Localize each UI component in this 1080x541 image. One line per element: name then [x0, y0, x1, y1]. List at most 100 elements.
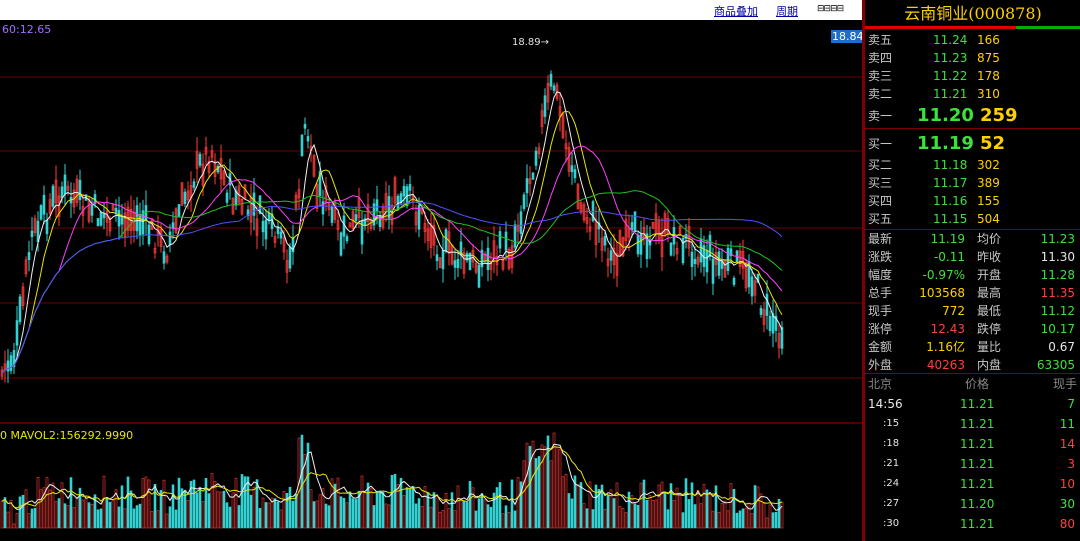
volume-bar	[645, 499, 649, 529]
volume-bar	[621, 508, 625, 529]
volume-bar	[156, 510, 160, 529]
volume-bar	[507, 512, 511, 529]
stat-label: 昨收	[977, 250, 1002, 264]
volume-bar	[663, 491, 667, 529]
ma-label: 60:12.65	[2, 23, 52, 36]
tick-time: :30	[883, 518, 900, 529]
volume-bar	[468, 481, 472, 529]
candle	[513, 224, 517, 248]
volume-bar	[429, 506, 433, 529]
volume-bar	[678, 492, 682, 529]
stat-label: 内盘	[977, 358, 1002, 372]
volume-bar	[6, 511, 10, 529]
candlestick-svg[interactable]	[0, 20, 862, 541]
volume-bar	[153, 483, 157, 529]
volume-bar	[279, 509, 283, 529]
volume-bar	[30, 508, 34, 529]
candle	[279, 231, 283, 239]
candle	[531, 172, 535, 180]
candle	[51, 185, 55, 207]
stat-label: 量比	[977, 340, 1002, 354]
volume-bar	[210, 473, 214, 529]
tick-volume: 30	[1059, 497, 1075, 511]
bid-price: 11.15	[933, 212, 968, 226]
stat-value: 40263	[926, 358, 965, 372]
candle	[609, 250, 613, 261]
volume-bar	[510, 479, 514, 529]
tick-row: :21 11.21 3	[865, 455, 1080, 473]
volume-bar	[171, 484, 175, 529]
volume-bar	[102, 475, 106, 529]
tick-price: 11.21	[960, 457, 995, 471]
volume-bar	[420, 505, 424, 529]
stat-value: -0.97%	[922, 268, 965, 282]
candle	[573, 169, 577, 179]
tick-time: :21	[883, 458, 900, 469]
candle	[486, 247, 490, 271]
volume-bar	[183, 490, 187, 529]
volume-bar	[687, 499, 691, 529]
candle	[375, 199, 379, 211]
stock-name: 云南铜业	[904, 4, 969, 23]
period-link[interactable]: 周期	[776, 3, 798, 19]
stat-value: 63305	[1036, 358, 1075, 372]
ask-price: 11.21	[933, 87, 968, 101]
stat-row: 金额 1.16亿 量比 0.67	[865, 338, 1080, 356]
tick-time: :24	[883, 478, 900, 489]
volume-bar	[213, 481, 217, 529]
price-chart[interactable]: 60:12.65 18.89→ 18.84 0 MAVOL2:156292.99…	[0, 20, 865, 541]
stat-label: 跌停	[977, 322, 1002, 336]
volume-bar	[363, 492, 367, 529]
volume-bar	[483, 499, 487, 529]
volume-bar	[657, 484, 661, 529]
bid-ask-ratio-bar	[865, 26, 1080, 29]
stat-value: 11.35	[1040, 286, 1075, 300]
ask-label: 卖四	[868, 51, 893, 65]
volume-bar	[459, 498, 463, 529]
bid-label: 买五	[868, 212, 893, 226]
volume-bar	[780, 501, 784, 529]
volume-bar	[636, 504, 640, 529]
volume-bar	[564, 473, 568, 529]
volume-bar	[435, 494, 439, 529]
candle	[504, 231, 508, 251]
tick-row: :15 11.21 11	[865, 415, 1080, 433]
volume-bar	[252, 486, 256, 529]
stat-label: 金额	[868, 340, 893, 354]
volume-bar	[567, 493, 571, 529]
volume-bar	[741, 508, 745, 529]
candle	[693, 258, 697, 264]
candle	[60, 186, 64, 199]
volume-bar	[174, 509, 178, 529]
volume-bar	[447, 508, 451, 529]
overlay-link[interactable]: 商品叠加	[714, 3, 758, 19]
candle	[552, 85, 556, 91]
volume-bar	[372, 505, 376, 529]
candle	[759, 307, 763, 315]
volume-bar	[81, 499, 85, 529]
volume-bar	[99, 508, 103, 529]
volume-bar	[651, 499, 655, 529]
nav-arrows-icon[interactable]: ⊟⊟⊟⊟	[817, 4, 844, 14]
volume-bar	[24, 489, 28, 529]
volume-bar	[204, 478, 208, 529]
volume-bar	[480, 493, 484, 529]
volume-bar	[393, 473, 397, 529]
tick-row: :24 11.21 10	[865, 475, 1080, 493]
stat-label: 幅度	[868, 268, 893, 282]
volume-bar	[162, 479, 166, 529]
candle	[456, 259, 460, 269]
volume-header: 现手	[1052, 377, 1077, 391]
volume-bar	[117, 506, 121, 529]
tick-row: :30 11.21 80	[865, 515, 1080, 533]
tick-row: 14:56 11.21 7	[865, 395, 1080, 413]
stat-value: 0.67	[1048, 340, 1075, 354]
candle	[114, 207, 118, 214]
tick-volume: 80	[1059, 517, 1075, 531]
candle	[171, 222, 175, 229]
stat-label: 最低	[977, 304, 1002, 318]
stat-label: 最新	[868, 232, 893, 246]
volume-bar	[585, 508, 589, 529]
volume-bar	[300, 434, 304, 529]
candle	[780, 327, 784, 349]
